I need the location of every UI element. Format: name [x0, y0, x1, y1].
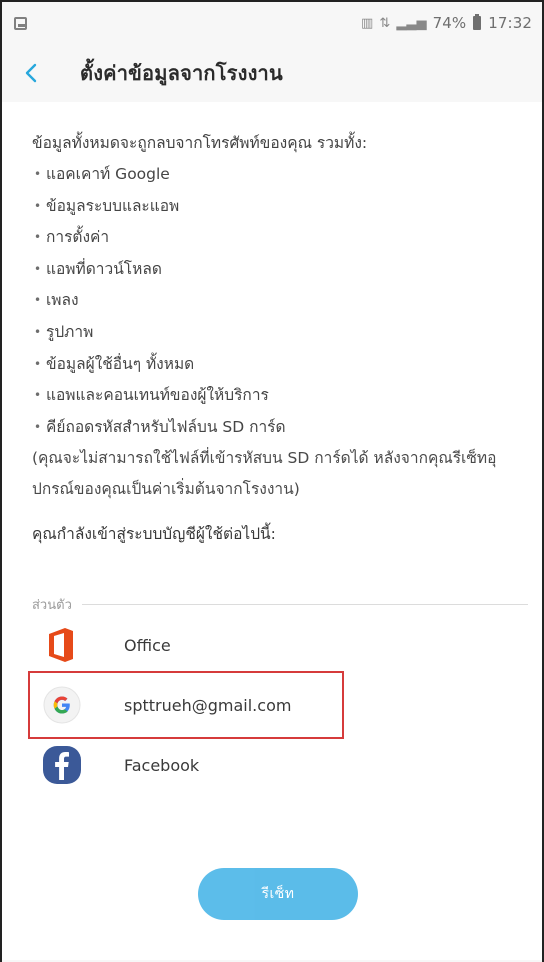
- list-item: รูปภาพ: [32, 317, 542, 349]
- highlight-box: [28, 671, 344, 739]
- account-row-office: Office: [32, 615, 542, 675]
- account-name: Office: [124, 635, 171, 655]
- divider: [81, 604, 528, 606]
- list-item: แอพและคอนเทนท์ของผู้ให้บริการ: [32, 380, 542, 412]
- account-name: Facebook: [124, 755, 200, 775]
- status-left: [14, 16, 27, 30]
- office-icon: [40, 623, 84, 667]
- sd-card-note: (คุณจะไม่สามารถใช้ไฟล์ที่เข้ารหัสบน SD ก…: [32, 449, 497, 499]
- section-header: ส่วนตัว: [32, 594, 542, 615]
- list-item: แอคเคาท์ Google: [32, 159, 542, 191]
- page-title: ตั้งค่าข้อมูลจากโรงงาน: [80, 61, 283, 85]
- status-bar: ▥ ⇅ ▂▃▅ 74% 17:32: [2, 2, 542, 44]
- status-right: ▥ ⇅ ▂▃▅ 74% 17:32: [361, 14, 532, 32]
- facebook-icon: [40, 743, 84, 787]
- account-row-facebook: Facebook: [32, 735, 542, 795]
- list-item: เพลง: [32, 285, 542, 317]
- signal-icon: ▂▃▅: [396, 15, 427, 31]
- battery-percent: 74%: [432, 14, 467, 32]
- data-list: แอคเคาท์ Google ข้อมูลระบบและแอพ การตั้ง…: [32, 159, 542, 443]
- battery-icon: [473, 14, 482, 30]
- list-item: ข้อมูลผู้ใช้อื่นๆ ทั้งหมด: [32, 349, 542, 381]
- reset-button[interactable]: รีเซ็ท: [198, 868, 358, 920]
- section-label: ส่วนตัว: [32, 598, 72, 614]
- clock: 17:32: [488, 14, 532, 32]
- main-content: ข้อมูลทั้งหมดจะถูกลบจากโทรศัพท์ของคุณ รว…: [2, 102, 542, 960]
- back-icon[interactable]: [24, 48, 74, 98]
- list-item: แอพที่ดาวน์โหลด: [32, 254, 542, 286]
- accounts-heading: คุณกำลังเข้าสู่ระบบบัญชีผู้ใช้ต่อไปนี้:: [32, 525, 276, 544]
- intro-text: ข้อมูลทั้งหมดจะถูกลบจากโทรศัพท์ของคุณ รว…: [32, 134, 368, 152]
- sim-icon: ▥: [360, 15, 374, 31]
- list-item: คีย์ถอดรหัสสำหรับไฟล์บน SD การ์ด: [32, 412, 542, 444]
- list-item: ข้อมูลระบบและแอพ: [32, 191, 542, 223]
- image-notification-icon: [14, 16, 27, 30]
- network-icon: ⇅: [379, 15, 391, 31]
- app-header: ตั้งค่าข้อมูลจากโรงงาน: [2, 44, 542, 102]
- list-item: การตั้งค่า: [32, 222, 542, 254]
